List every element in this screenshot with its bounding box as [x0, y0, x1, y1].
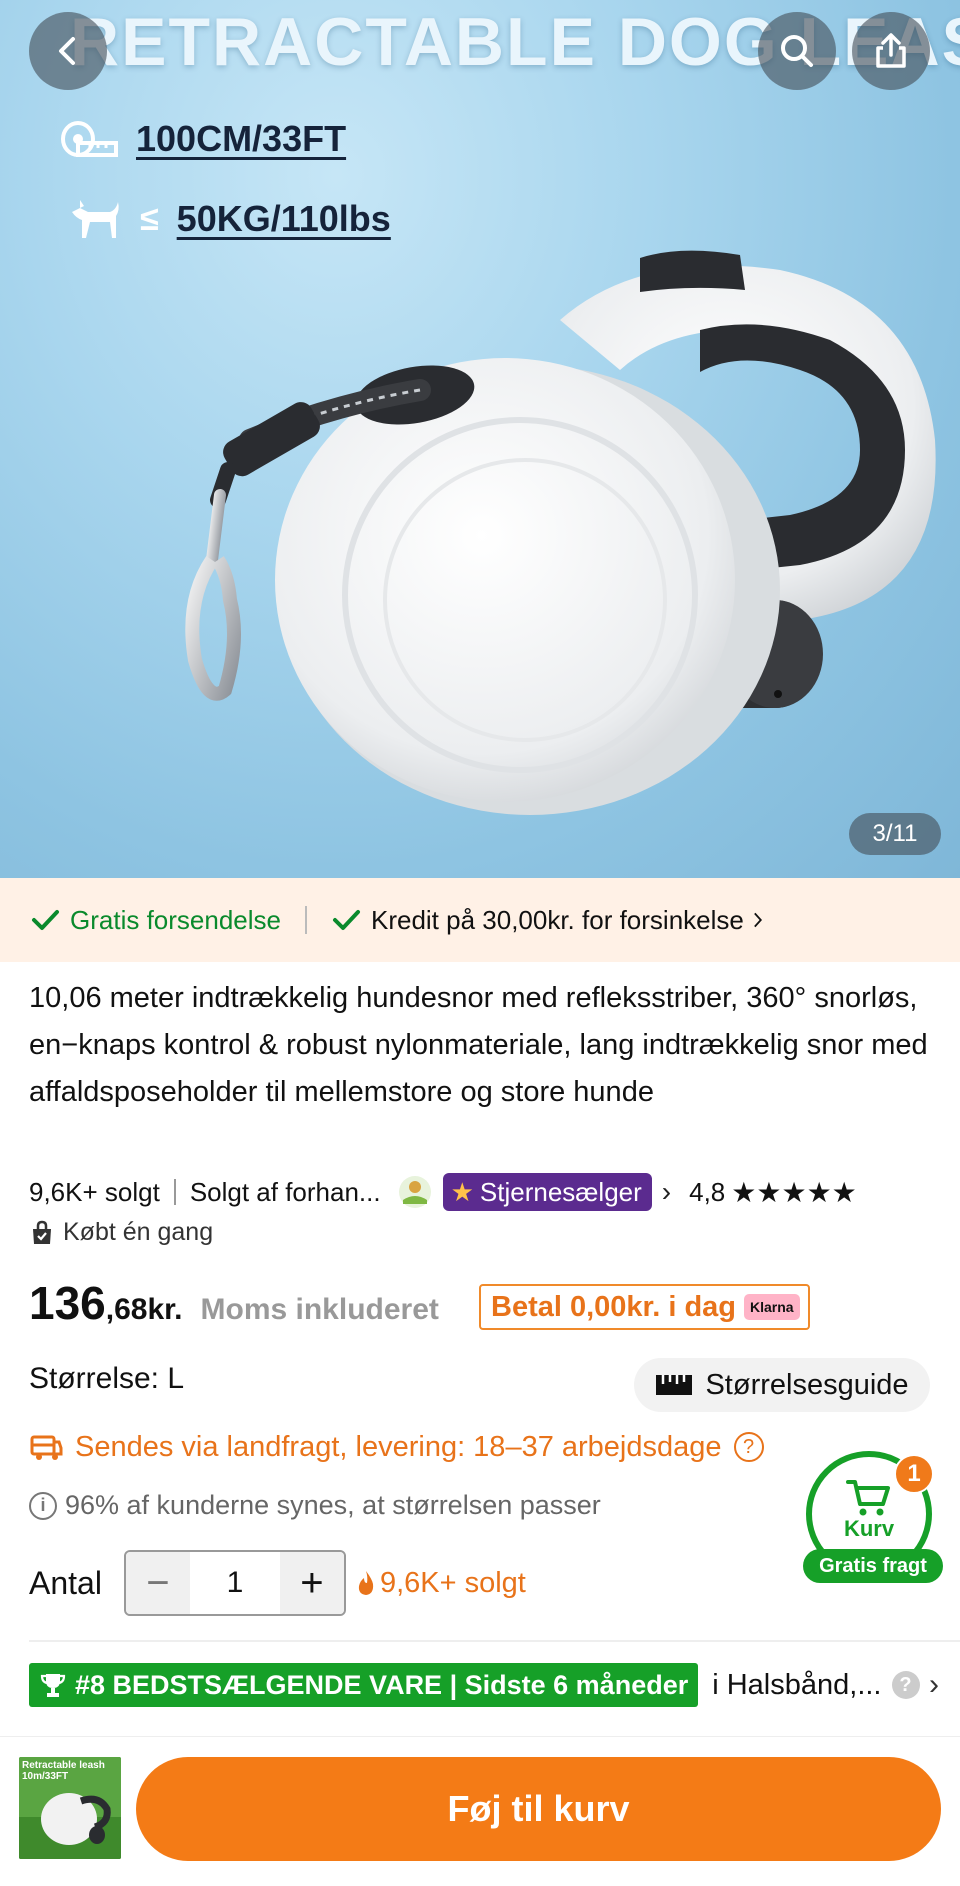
free-shipping-label: Gratis forsendelse	[70, 904, 281, 935]
price-row: 136 ,68kr. Moms inkluderet	[29, 1276, 439, 1336]
image-counter: 3/11	[849, 813, 941, 855]
ruler-icon	[656, 1375, 693, 1395]
product-meta-row: 9,6K+ solgt Solgt af forhan... ★ Stjerne…	[29, 1172, 939, 1212]
vat-included-label: Moms inkluderet	[200, 1293, 439, 1326]
quantity-stepper[interactable]: − 1 +	[123, 1550, 346, 1616]
help-icon[interactable]: ?	[733, 1432, 764, 1462]
meta-divider	[173, 1179, 176, 1205]
size-fit-label: 96% af kunderne synes, at størrelsen pas…	[65, 1490, 601, 1520]
quantity-row: Antal − 1 + 9,6K+ solgt	[29, 1550, 526, 1616]
search-icon	[781, 35, 813, 67]
chevron-right-icon[interactable]: ›	[929, 1668, 939, 1702]
size-fit-info: i 96% af kunderne synes, at størrelsen p…	[29, 1490, 601, 1521]
bestseller-label: #8 BEDSTSÆLGENDE VARE | Sidste 6 måneder	[75, 1669, 689, 1700]
product-thumbnail[interactable]: Retractable leash 10m/33FT	[19, 1757, 121, 1859]
size-guide-button[interactable]: Størrelsesguide	[634, 1358, 930, 1412]
shipping-label: Sendes via landfragt, levering: 18–37 ar…	[75, 1430, 722, 1463]
chevron-right-icon	[753, 912, 762, 928]
size-guide-label: Størrelsesguide	[705, 1368, 909, 1401]
chevron-right-icon[interactable]: ›	[662, 1176, 671, 1208]
add-to-cart-button[interactable]: Føj til kurv	[136, 1757, 941, 1861]
fire-icon	[358, 1571, 374, 1595]
product-title: 10,06 meter indtrækkelig hundesnor med r…	[29, 982, 928, 1108]
cart-icon	[846, 1480, 890, 1516]
floating-cart-button[interactable]: Kurv 1 Gratis fragt	[803, 1451, 943, 1583]
benefits-bar[interactable]: Gratis forsendelse Kredit på 30,00kr. fo…	[0, 878, 960, 962]
delay-credit-benefit[interactable]: Kredit på 30,00kr. for forsinkelse	[331, 905, 768, 936]
quantity-sold-label: 9,6K+ solgt	[379, 1566, 526, 1599]
share-icon	[876, 33, 906, 68]
bought-once-label: Købt én gang	[63, 1218, 214, 1246]
price-decimal: ,68kr.	[105, 1293, 183, 1326]
klarna-pay-today-badge[interactable]: Betal 0,00kr. i dag Klarna	[479, 1284, 810, 1330]
info-icon: i	[29, 1491, 57, 1520]
rating-stars[interactable]: ★★★★★	[731, 1176, 857, 1209]
check-icon	[32, 910, 59, 930]
truck-icon	[30, 1435, 63, 1460]
delay-credit-label: Kredit på 30,00kr. for forsinkelse	[370, 904, 744, 935]
bought-once-row: Købt én gang	[29, 1218, 213, 1247]
bottom-action-bar: Retractable leash 10m/33FT Føj til kurv	[0, 1736, 960, 1886]
back-icon	[59, 37, 75, 65]
cart-free-shipping-label: Gratis fragt	[803, 1549, 943, 1583]
quantity-value[interactable]: 1	[190, 1566, 280, 1600]
thumbnail-caption: Retractable leash 10m/33FT	[22, 1760, 105, 1782]
trophy-icon	[40, 1674, 66, 1697]
back-button[interactable]	[29, 12, 107, 90]
help-icon[interactable]: ?	[891, 1671, 920, 1699]
sold-count: 9,6K+ solgt	[29, 1176, 160, 1207]
shipping-info[interactable]: Sendes via landfragt, levering: 18–37 ar…	[29, 1430, 764, 1464]
bestseller-badge: #8 BEDSTSÆLGENDE VARE | Sidste 6 måneder	[29, 1663, 699, 1707]
bestseller-ranking-row[interactable]: #8 BEDSTSÆLGENDE VARE | Sidste 6 måneder…	[29, 1662, 939, 1708]
seller-avatar[interactable]	[397, 1174, 433, 1210]
increase-quantity-button[interactable]: +	[279, 1552, 344, 1614]
share-button[interactable]	[852, 12, 930, 90]
search-button[interactable]	[758, 12, 836, 90]
price-integer: 136	[29, 1277, 106, 1329]
section-divider	[29, 1640, 960, 1642]
decrease-quantity-button[interactable]: −	[125, 1552, 190, 1614]
cart-count-badge: 1	[894, 1454, 934, 1494]
quantity-sold-info: 9,6K+ solgt	[356, 1567, 526, 1600]
pay-today-label: Betal 0,00kr. i dag	[491, 1290, 737, 1323]
benefit-divider	[304, 906, 307, 934]
check-icon	[332, 910, 360, 930]
ranking-category: i Halsbånd,...	[712, 1668, 882, 1701]
star-seller-label: Stjernesælger	[479, 1176, 642, 1207]
rating-value: 4,8	[689, 1176, 726, 1207]
klarna-logo: Klarna	[744, 1294, 800, 1320]
star-seller-badge[interactable]: ★ Stjernesælger	[442, 1173, 652, 1211]
leash-product-image	[185, 250, 936, 815]
free-shipping-benefit: Gratis forsendelse	[30, 905, 281, 936]
size-selected-label: Størrelse: L	[29, 1362, 185, 1395]
bag-icon	[33, 1220, 51, 1244]
seller-name-link[interactable]: Solgt af forhan...	[190, 1177, 381, 1208]
product-image-carousel[interactable]: RETRACTABLE DOG LEASH 100CM/33FT ≤ 50KG/…	[0, 0, 960, 878]
quantity-label: Antal	[29, 1564, 102, 1601]
cart-label: Kurv	[843, 1516, 895, 1541]
star-seller-icon: ★	[450, 1176, 474, 1207]
